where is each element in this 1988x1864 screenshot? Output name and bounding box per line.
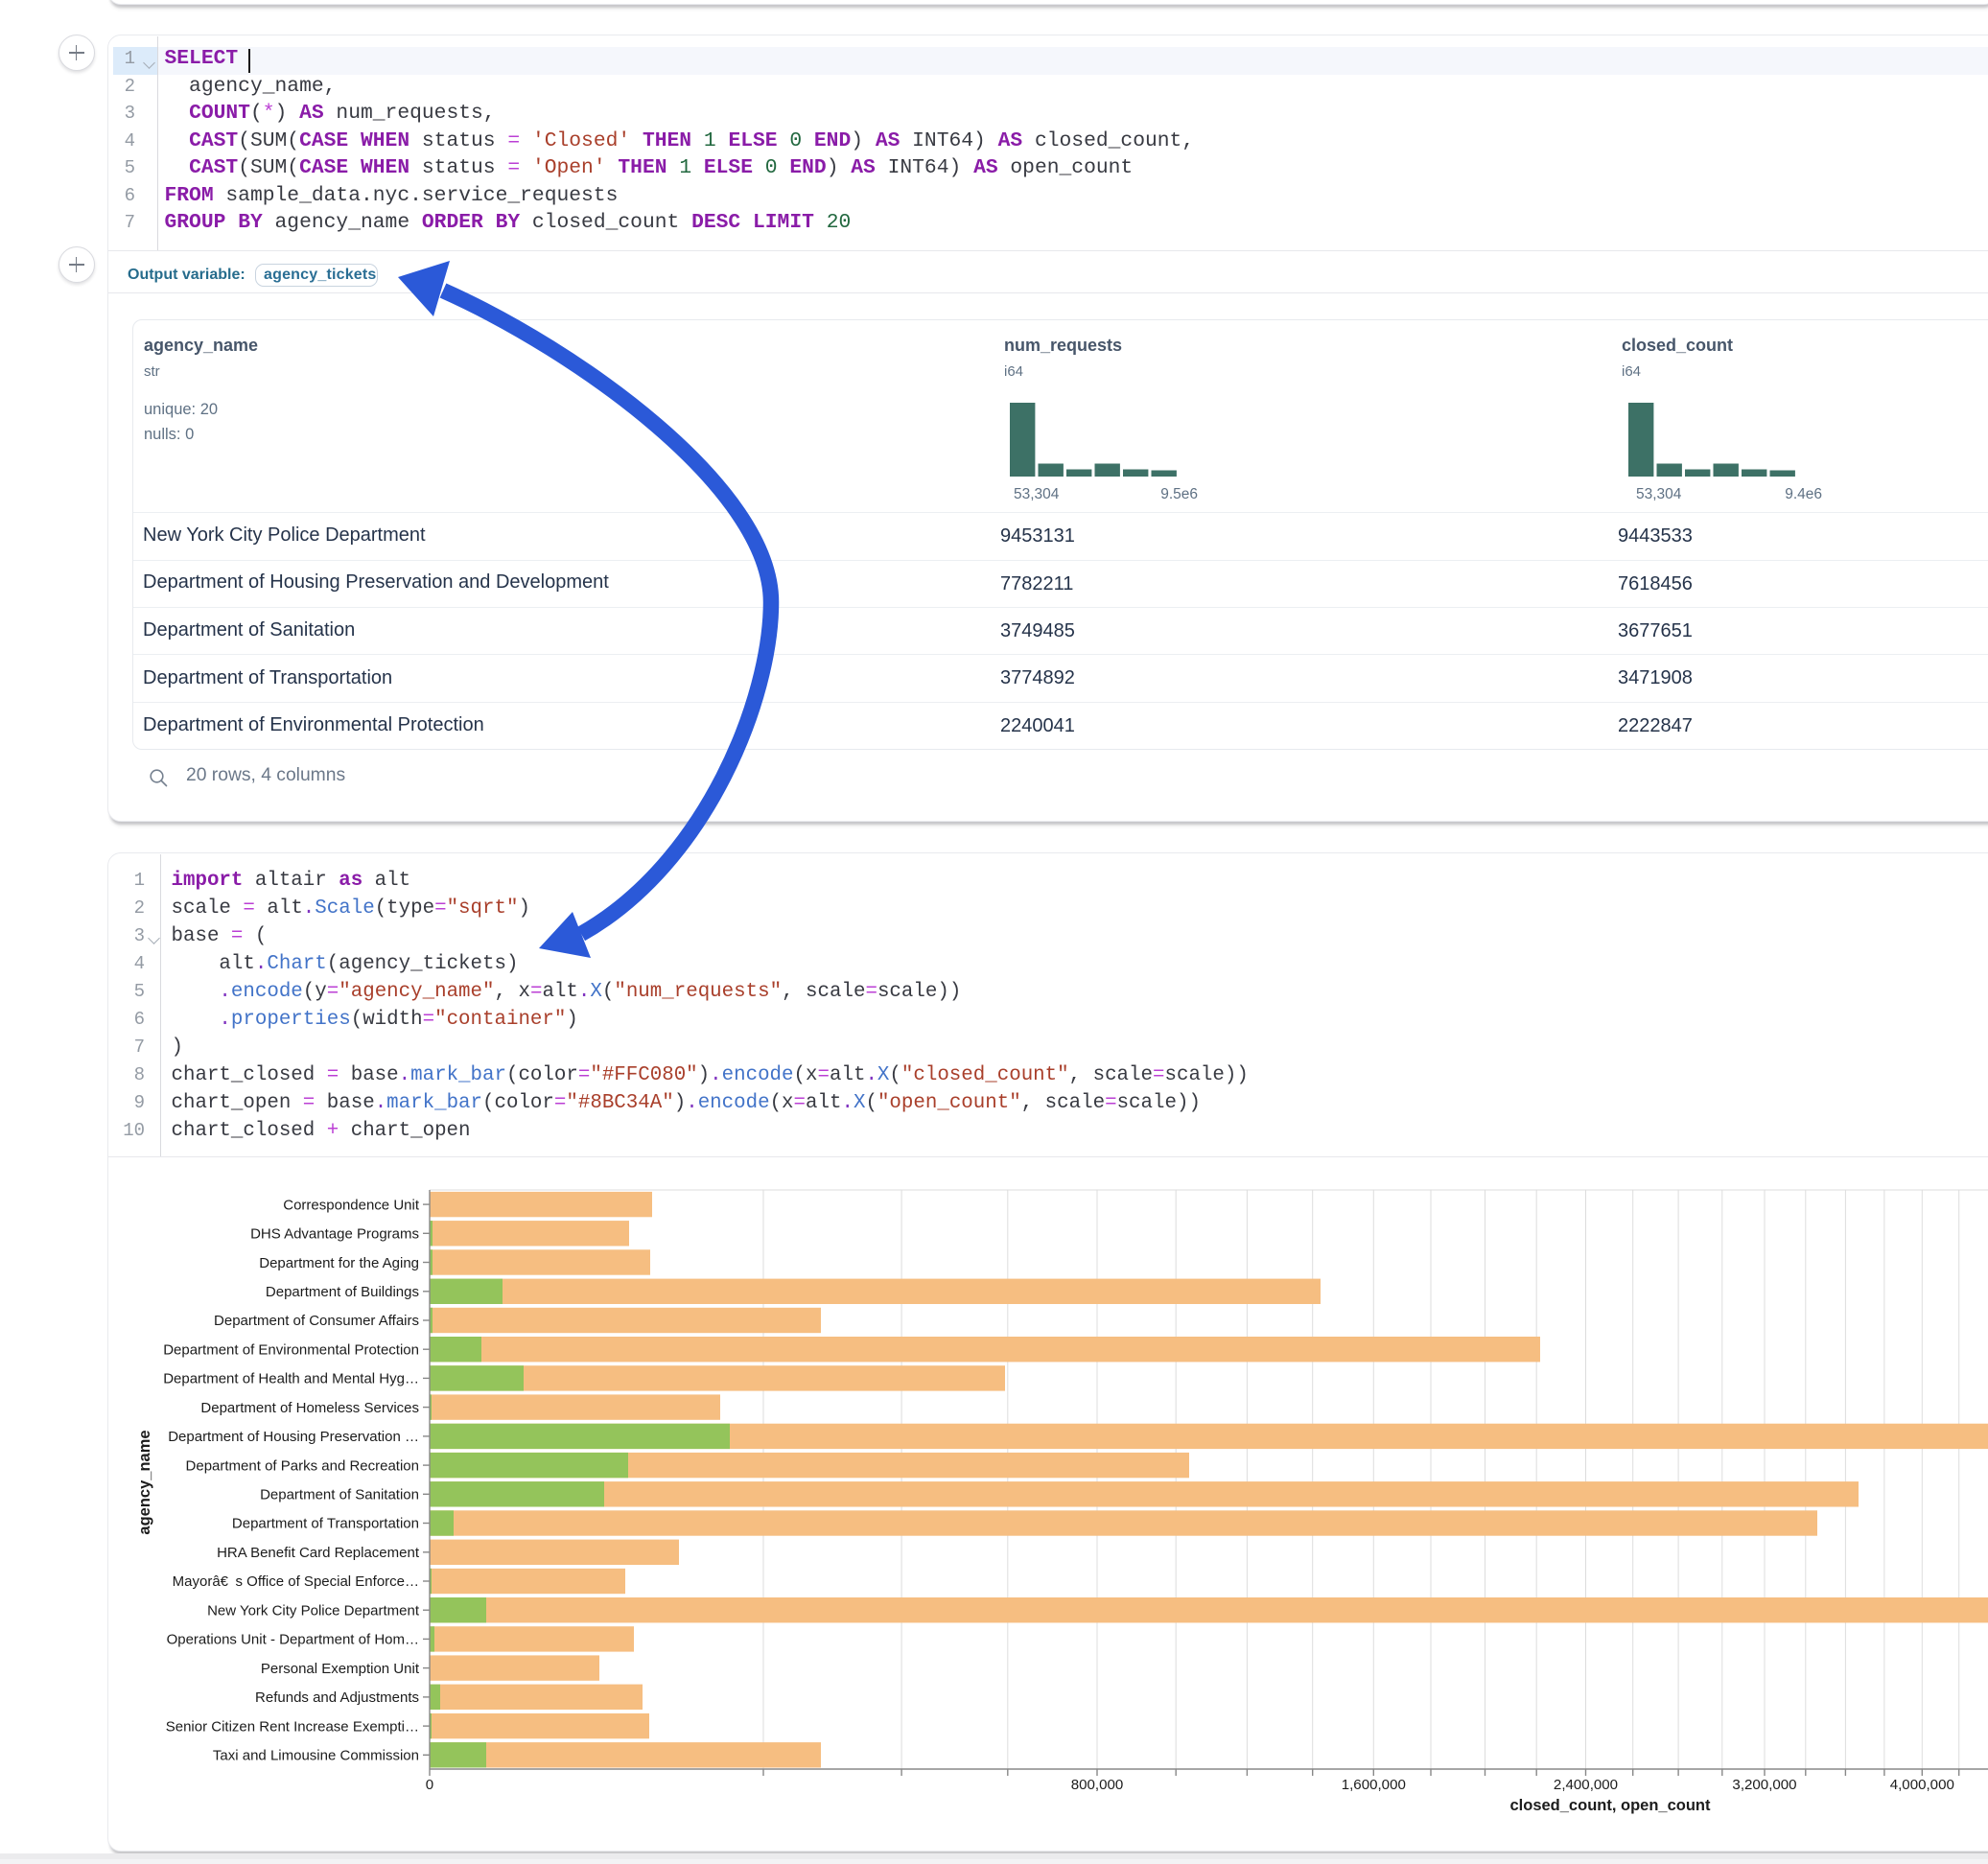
- svg-text:Taxi and Limousine Commission: Taxi and Limousine Commission: [213, 1748, 419, 1764]
- svg-text:Correspondence Unit: Correspondence Unit: [283, 1197, 420, 1213]
- svg-text:2,400,000: 2,400,000: [1554, 1777, 1618, 1793]
- svg-text:Department of Homeless Service: Department of Homeless Services: [200, 1400, 419, 1416]
- svg-text:Refunds and Adjustments: Refunds and Adjustments: [255, 1689, 419, 1706]
- svg-text:agency_name: agency_name: [136, 1430, 153, 1534]
- svg-text:HRA Benefit Card Replacement: HRA Benefit Card Replacement: [217, 1545, 420, 1561]
- svg-text:1,600,000: 1,600,000: [1342, 1777, 1406, 1793]
- svg-text:0: 0: [426, 1777, 433, 1793]
- svg-text:Operations Unit - Department o: Operations Unit - Department of Hom…: [167, 1632, 419, 1648]
- svg-text:New York City Police Departmen: New York City Police Department: [207, 1602, 420, 1619]
- svg-text:9.4e6: 9.4e6: [1785, 486, 1822, 502]
- svg-text:Personal Exemption Unit: Personal Exemption Unit: [261, 1661, 420, 1677]
- svg-text:800,000: 800,000: [1071, 1777, 1124, 1793]
- svg-text:Department of Health and Menta: Department of Health and Mental Hyg…: [163, 1371, 419, 1387]
- svg-text:Department of Sanitation: Department of Sanitation: [260, 1487, 419, 1503]
- svg-text:4,000,000: 4,000,000: [1890, 1777, 1954, 1793]
- svg-text:Senior Citizen Rent Increase E: Senior Citizen Rent Increase Exempti…: [166, 1718, 419, 1735]
- svg-text:closed_count, open_count: closed_count, open_count: [1509, 1797, 1711, 1814]
- svg-text:Department of Buildings: Department of Buildings: [266, 1284, 419, 1300]
- svg-text:Department of Transportation: Department of Transportation: [232, 1516, 419, 1532]
- svg-text:9.5e6: 9.5e6: [1160, 486, 1198, 502]
- svg-text:Mayorâ€ s Office of Special En: Mayorâ€ s Office of Special Enforce…: [173, 1573, 419, 1590]
- svg-text:Department of Environmental Pr: Department of Environmental Protection: [163, 1341, 419, 1358]
- svg-text:Department of Consumer Affairs: Department of Consumer Affairs: [214, 1313, 419, 1329]
- svg-text:53,304: 53,304: [1636, 486, 1682, 502]
- svg-text:Department for the Aging: Department for the Aging: [259, 1255, 419, 1271]
- svg-text:3,200,000: 3,200,000: [1732, 1777, 1796, 1793]
- svg-text:Department of Parks and Recrea: Department of Parks and Recreation: [186, 1457, 419, 1474]
- svg-text:53,304: 53,304: [1014, 486, 1060, 502]
- svg-text:Department of Housing Preserva: Department of Housing Preservation …: [168, 1429, 419, 1445]
- svg-text:DHS Advantage Programs: DHS Advantage Programs: [250, 1226, 419, 1243]
